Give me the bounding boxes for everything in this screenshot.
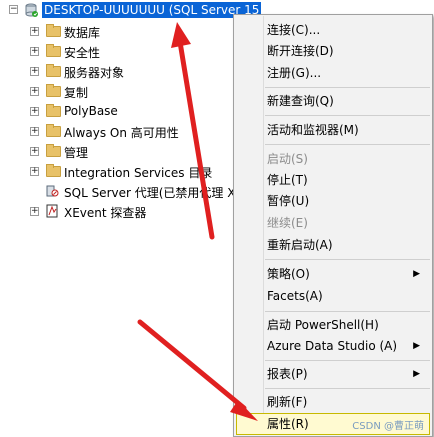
arrow-to-server-icon [171, 22, 215, 240]
arrow-to-properties-icon [137, 319, 258, 421]
annotation-arrows [137, 22, 258, 421]
